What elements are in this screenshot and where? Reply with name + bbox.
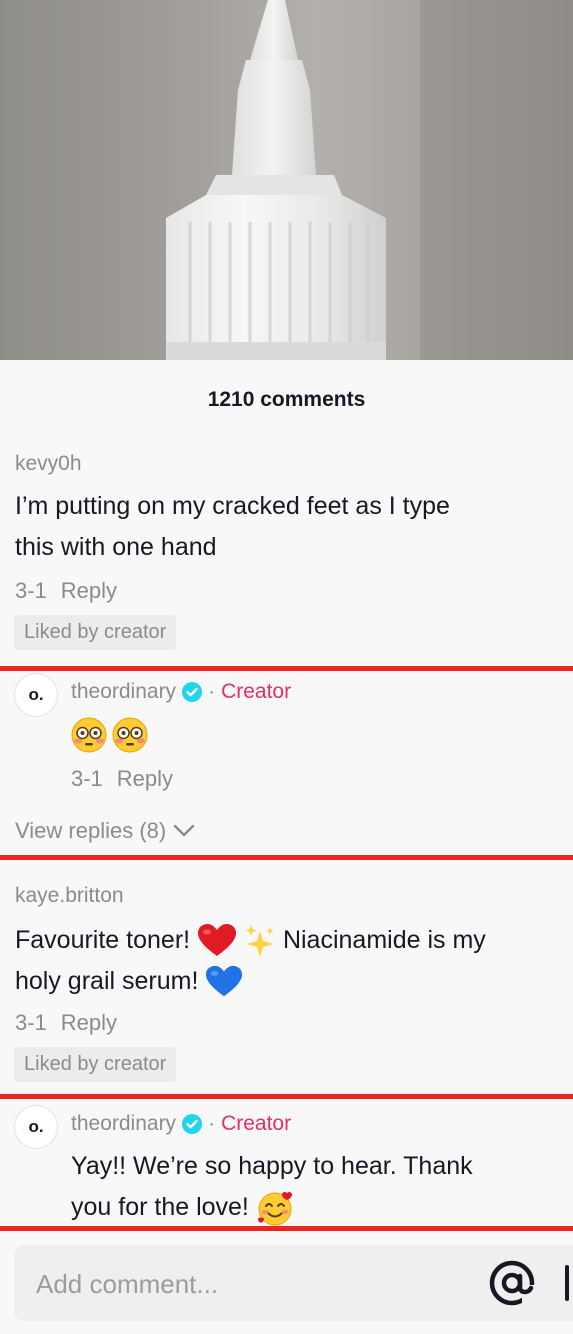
comment-text-line: Favourite toner! Niacinamide is my [15,920,570,961]
comment-text-line: I’m putting on my cracked feet as I type [15,492,450,520]
comment-username[interactable]: theordinary [71,1112,176,1136]
comment-date: 3-1 [71,766,103,791]
sparkles-emoji [245,925,274,958]
creator-reply-header: theordinary · Creator [71,1112,291,1136]
view-replies-label: View replies (8) [15,818,167,843]
comment-text: Yay!! We’re so happy to hear. Thank you … [71,1146,566,1228]
avatar[interactable]: o. [14,1105,58,1149]
comment-text-line: this with one hand [15,533,217,561]
highlight-separator [0,855,573,860]
liked-by-creator-badge: Liked by creator [14,1047,177,1082]
liked-badge-label: Liked by creator [14,615,177,650]
comment-count: 1210 comments [207,388,366,411]
comment-text: Favourite toner! Niacinamide is my holy … [15,920,570,1002]
comment-text-line: you for the love! [71,1187,566,1228]
separator-dot: · [208,1112,216,1135]
comment-text-line: Yay!! We’re so happy to hear. Thank [71,1152,473,1180]
comment-date: 3-1 [15,578,47,603]
chevron-down-icon [174,824,195,837]
liked-badge-label: Liked by creator [14,1047,177,1082]
avatar[interactable]: o. [14,673,58,717]
comment-username[interactable]: theordinary [71,680,176,704]
comment-meta: 3-1 Reply [15,1010,117,1036]
highlight-separator [0,1226,573,1231]
emoji-row [71,716,149,759]
avatar-initials: o. [28,1117,44,1136]
avatar-initials: o. [28,685,44,704]
reply-button[interactable]: Reply [61,1010,117,1035]
comment-meta: 3-1 Reply [71,766,173,792]
reply-button[interactable]: Reply [61,578,117,603]
comment-composer [14,1245,573,1323]
comment-text-segment: Favourite toner! [15,926,191,954]
comment-date: 3-1 [15,1010,47,1035]
comment-username[interactable]: kevy0h [15,452,82,476]
bottle-cap-image [166,0,573,360]
separator-dot: · [208,680,216,703]
flushed-face-emoji [71,717,148,753]
comment-input[interactable] [34,1245,468,1323]
verified-badge-icon [182,682,203,702]
comments-sheet: 1210 comments kevy0h I’m putting on my c… [0,360,573,1334]
view-replies-button[interactable]: View replies (8) [15,818,196,844]
smiling-face-with-hearts-emoji [257,1192,292,1226]
comment-text-line: holy grail serum! [15,961,570,1002]
liked-by-creator-badge: Liked by creator [14,615,177,650]
creator-label: Creator [221,680,292,703]
highlight-separator [0,1094,573,1099]
creator-reply-header: theordinary · Creator [71,680,291,704]
comment-meta: 3-1 Reply [15,578,117,604]
verified-badge-icon [182,1114,203,1134]
comment-text: I’m putting on my cracked feet as I type… [15,486,450,568]
emoji-button-icon[interactable] [562,1265,572,1301]
comment-text-segment: Niacinamide is my [282,926,486,954]
blue-heart-emoji [206,966,243,997]
comment-username[interactable]: kaye.britton [15,884,124,908]
at-mention-icon[interactable] [488,1259,536,1307]
comment-text-segment: you for the love! [71,1193,249,1221]
reply-button[interactable]: Reply [117,766,173,791]
video-preview[interactable] [0,0,573,360]
red-heart-emoji [198,924,237,957]
creator-label: Creator [221,1112,292,1135]
highlight-separator [0,666,573,671]
comment-text-segment: holy grail serum! [15,967,199,995]
